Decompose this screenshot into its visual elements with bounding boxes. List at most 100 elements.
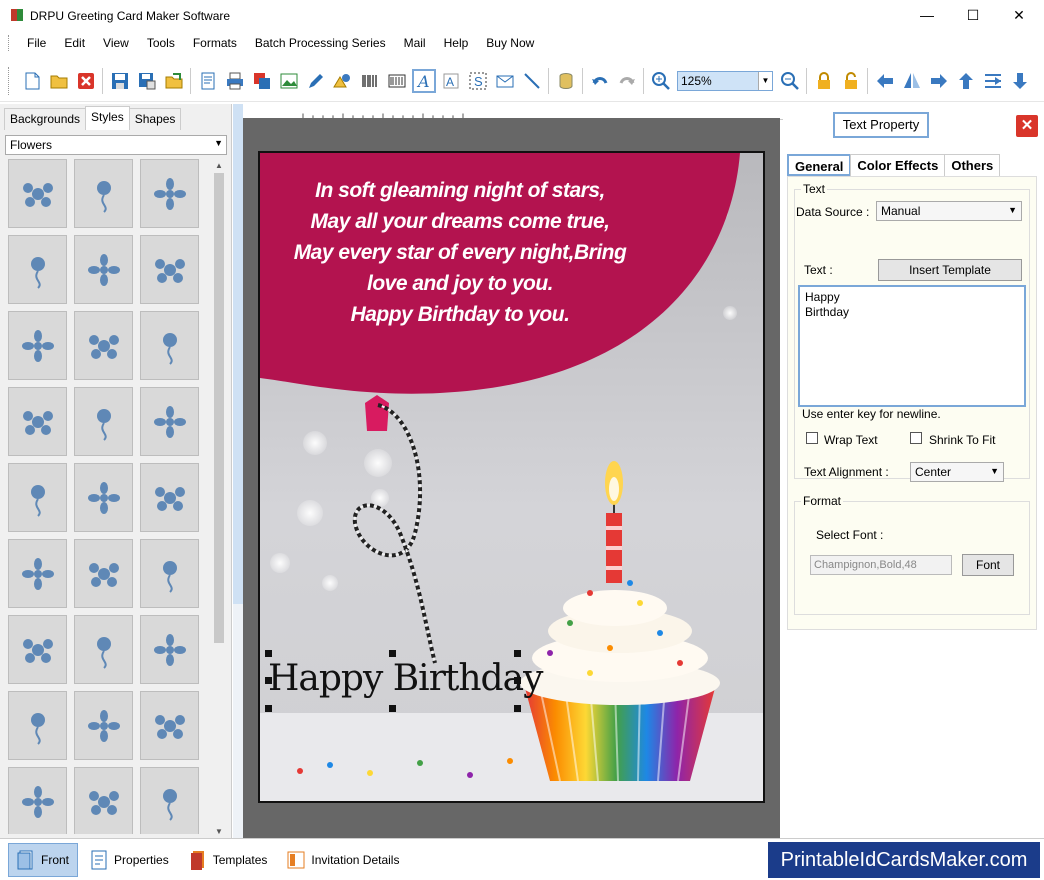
invitation-details-tab[interactable]: Invitation Details bbox=[279, 843, 407, 877]
save-as-icon[interactable] bbox=[135, 69, 159, 93]
text-alignment-select[interactable]: Center ▼ bbox=[910, 462, 1004, 482]
export-icon[interactable] bbox=[162, 69, 186, 93]
flower-style-item[interactable] bbox=[8, 387, 67, 456]
close-window-button[interactable]: ✕ bbox=[996, 0, 1042, 30]
resize-handle[interactable] bbox=[265, 650, 272, 657]
close-file-icon[interactable] bbox=[74, 69, 98, 93]
scroll-thumb[interactable] bbox=[214, 173, 224, 643]
redo-icon[interactable] bbox=[615, 69, 639, 93]
word-art-icon[interactable]: A bbox=[439, 69, 463, 93]
properties-icon[interactable] bbox=[196, 69, 220, 93]
menu-mail[interactable]: Mail bbox=[395, 33, 435, 53]
print-icon[interactable] bbox=[223, 69, 247, 93]
flower-style-item[interactable] bbox=[8, 159, 67, 228]
front-tab[interactable]: Front bbox=[8, 842, 79, 877]
data-source-select[interactable]: Manual ▼ bbox=[876, 201, 1022, 221]
menu-batch-processing[interactable]: Batch Processing Series bbox=[246, 33, 395, 53]
flip-icon[interactable] bbox=[900, 69, 924, 93]
flower-style-item[interactable] bbox=[140, 615, 199, 684]
database-icon[interactable] bbox=[554, 69, 578, 93]
tab-others[interactable]: Others bbox=[944, 154, 1001, 176]
menu-buy-now[interactable]: Buy Now bbox=[477, 33, 543, 53]
menu-view[interactable]: View bbox=[94, 33, 138, 53]
wrap-text-checkbox[interactable] bbox=[806, 432, 818, 444]
flower-style-item[interactable] bbox=[74, 463, 133, 532]
resize-handle[interactable] bbox=[265, 677, 272, 684]
resize-handle[interactable] bbox=[389, 650, 396, 657]
close-panel-icon[interactable]: ✕ bbox=[1016, 115, 1038, 137]
tab-backgrounds[interactable]: Backgrounds bbox=[4, 108, 87, 130]
flower-style-item[interactable] bbox=[74, 767, 133, 834]
pencil-icon[interactable] bbox=[304, 69, 328, 93]
signature-icon[interactable]: S bbox=[466, 69, 490, 93]
mail-icon[interactable] bbox=[493, 69, 517, 93]
arrow-down-icon[interactable] bbox=[1008, 69, 1032, 93]
unlock-icon[interactable] bbox=[839, 69, 863, 93]
align-icon[interactable] bbox=[981, 69, 1005, 93]
flower-style-item[interactable] bbox=[140, 387, 199, 456]
category-select[interactable]: Flowers ▼ bbox=[5, 135, 227, 155]
flower-style-item[interactable] bbox=[140, 311, 199, 380]
flower-style-item[interactable] bbox=[8, 767, 67, 834]
open-folder-icon[interactable] bbox=[47, 69, 71, 93]
flower-style-item[interactable] bbox=[8, 463, 67, 532]
menu-tools[interactable]: Tools bbox=[138, 33, 184, 53]
flower-style-item[interactable] bbox=[8, 615, 67, 684]
lock-icon[interactable] bbox=[812, 69, 836, 93]
templates-tab[interactable]: Templates bbox=[181, 843, 276, 877]
flower-style-item[interactable] bbox=[74, 387, 133, 456]
flower-style-item[interactable] bbox=[140, 767, 199, 834]
flower-style-item[interactable] bbox=[74, 159, 133, 228]
flower-style-item[interactable] bbox=[140, 159, 199, 228]
zoom-out-icon[interactable] bbox=[778, 69, 802, 93]
text-tool-icon[interactable]: A bbox=[411, 68, 436, 93]
maximize-button[interactable]: ☐ bbox=[950, 0, 996, 30]
zoom-select[interactable]: 125% ▼ bbox=[677, 70, 773, 91]
line-icon[interactable] bbox=[520, 69, 544, 93]
image-icon[interactable] bbox=[277, 69, 301, 93]
tab-color-effects[interactable]: Color Effects bbox=[850, 154, 946, 176]
shrink-to-fit-checkbox[interactable] bbox=[910, 432, 922, 444]
resize-handle[interactable] bbox=[514, 650, 521, 657]
undo-icon[interactable] bbox=[588, 69, 612, 93]
flower-style-item[interactable] bbox=[8, 691, 67, 760]
new-file-icon[interactable] bbox=[20, 69, 44, 93]
tab-general[interactable]: General bbox=[787, 154, 852, 176]
greeting-card[interactable]: In soft gleaming night of stars, May all… bbox=[258, 151, 765, 803]
text-input[interactable]: Happy Birthday bbox=[798, 285, 1026, 407]
menu-edit[interactable]: Edit bbox=[55, 33, 94, 53]
properties-tab[interactable]: Properties bbox=[82, 843, 177, 877]
barcode-alt-icon[interactable] bbox=[385, 69, 409, 93]
insert-template-button[interactable]: Insert Template bbox=[878, 259, 1022, 281]
flower-style-item[interactable] bbox=[74, 615, 133, 684]
copy-icon[interactable] bbox=[250, 69, 274, 93]
shapes-icon[interactable] bbox=[331, 69, 355, 93]
styles-scrollbar[interactable]: ▲ ▼ bbox=[212, 159, 226, 839]
flower-style-item[interactable] bbox=[140, 691, 199, 760]
flower-style-item[interactable] bbox=[140, 235, 199, 304]
scroll-up-icon[interactable]: ▲ bbox=[212, 159, 226, 173]
arrow-right-icon[interactable] bbox=[927, 69, 951, 93]
flower-style-item[interactable] bbox=[8, 311, 67, 380]
flower-style-item[interactable] bbox=[8, 539, 67, 608]
menu-file[interactable]: File bbox=[18, 33, 55, 53]
resize-handle[interactable] bbox=[514, 677, 521, 684]
barcode-icon[interactable] bbox=[358, 69, 382, 93]
flower-style-item[interactable] bbox=[74, 539, 133, 608]
flower-style-item[interactable] bbox=[74, 691, 133, 760]
resize-handle[interactable] bbox=[265, 705, 272, 712]
menu-formats[interactable]: Formats bbox=[184, 33, 246, 53]
card-verse[interactable]: In soft gleaming night of stars, May all… bbox=[280, 175, 640, 330]
flower-style-item[interactable] bbox=[140, 463, 199, 532]
zoom-in-icon[interactable] bbox=[649, 69, 673, 93]
flower-style-item[interactable] bbox=[74, 235, 133, 304]
tab-shapes[interactable]: Shapes bbox=[128, 108, 182, 130]
arrow-left-icon[interactable] bbox=[873, 69, 897, 93]
scroll-down-icon[interactable]: ▼ bbox=[212, 825, 226, 839]
font-button[interactable]: Font bbox=[962, 554, 1014, 576]
resize-handle[interactable] bbox=[514, 705, 521, 712]
flower-style-item[interactable] bbox=[8, 235, 67, 304]
minimize-button[interactable]: — bbox=[904, 0, 950, 30]
resize-handle[interactable] bbox=[389, 705, 396, 712]
menu-help[interactable]: Help bbox=[435, 33, 478, 53]
